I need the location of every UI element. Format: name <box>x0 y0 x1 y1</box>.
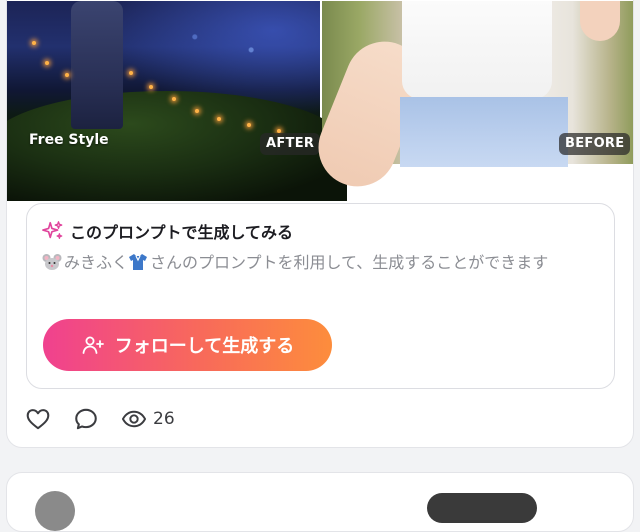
avatar[interactable] <box>35 491 75 531</box>
follow-button-label: フォローして生成する <box>114 336 295 356</box>
prompt-title: このプロンプトで生成してみる <box>42 219 293 243</box>
add-user-icon <box>82 336 104 354</box>
shirt-emoji-icon <box>129 254 148 270</box>
description-text: さんのプロンプトを利用して、生成することができます <box>150 253 549 272</box>
prompt-panel: このプロンプトで生成してみる みきふく さんのプロンプトを利用して、生成すること… <box>26 203 615 389</box>
post-card: Free Style AFTER BEFORE このプロンプトで生成してみる み… <box>6 0 634 448</box>
follow-pill[interactable] <box>427 493 537 523</box>
view-count: 26 <box>121 406 175 432</box>
post-actions: 26 <box>25 406 175 432</box>
follow-and-generate-button[interactable]: フォローして生成する <box>43 319 332 371</box>
heart-icon[interactable] <box>25 406 51 432</box>
eye-icon <box>121 410 147 428</box>
mouse-emoji-icon <box>42 254 62 270</box>
before-image[interactable]: BEFORE <box>306 1 633 199</box>
comment-icon[interactable] <box>73 406 99 432</box>
prompt-title-text: このプロンプトで生成してみる <box>70 223 294 242</box>
skirt-shape <box>400 97 568 167</box>
after-image[interactable]: Free Style AFTER <box>7 1 347 201</box>
sparkle-icon <box>42 221 63 239</box>
next-post-card[interactable] <box>6 472 634 532</box>
view-count-value: 26 <box>153 409 175 429</box>
before-badge: BEFORE <box>559 133 631 155</box>
figure-silhouette <box>71 1 123 129</box>
hand-shape <box>580 1 620 41</box>
comparison-images[interactable]: Free Style AFTER BEFORE <box>7 1 633 201</box>
free-style-label: Free Style <box>29 132 109 148</box>
author-name: みきふく <box>64 253 129 272</box>
shirt-shape <box>402 1 552 99</box>
prompt-description: みきふく さんのプロンプトを利用して、生成することができます <box>42 249 602 276</box>
after-badge: AFTER <box>260 133 321 155</box>
